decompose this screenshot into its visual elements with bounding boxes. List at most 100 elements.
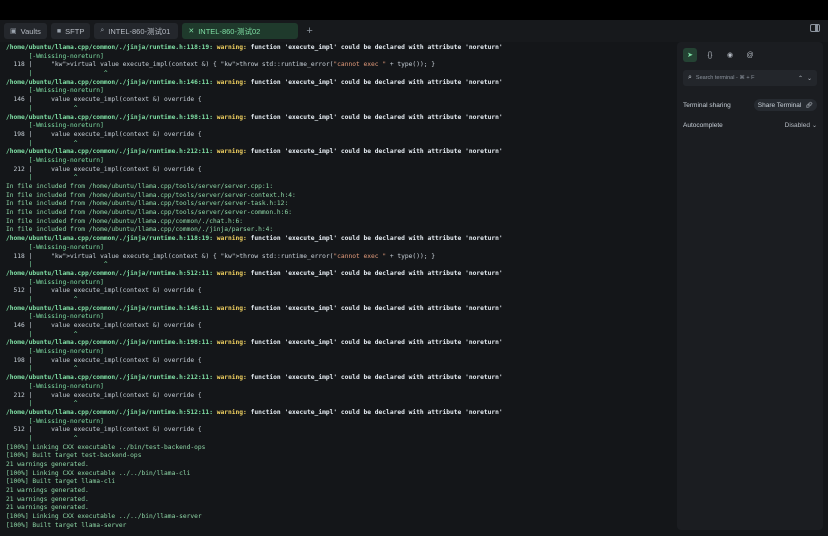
terminal-line: | ^ [6, 174, 78, 182]
terminal-line: /home/ubuntu/llama.cpp/common/./jinja/ru… [6, 374, 674, 383]
side-panel-toolbar: ➤ {} ◉ @ [683, 48, 757, 62]
terminal-line: In file included from /home/ubuntu/llama… [6, 191, 296, 199]
autocomplete-select[interactable]: Disabled ⌄ [785, 122, 817, 129]
terminal-line: 21 warnings generated. [6, 461, 89, 468]
tab-label: INTEL-860-测试02 [198, 26, 261, 36]
terminal-line: [-Wmissing-noreturn] [6, 278, 104, 286]
file-location: /home/ubuntu/llama.cpp/common/./jinja/ru… [6, 408, 217, 416]
terminal-line: | ^ [6, 295, 78, 303]
warning-label: warning: [216, 339, 247, 347]
terminal-line: In file included from /home/ubuntu/llama… [6, 209, 292, 217]
close-icon[interactable]: ✕ [188, 27, 194, 35]
warning-message: function 'execute_impl' could be declare… [246, 304, 503, 312]
terminal-line: In file included from /home/ubuntu/llama… [6, 217, 244, 225]
chevron-down-icon: ⌄ [811, 123, 817, 129]
warning-label: warning: [216, 235, 247, 243]
search-next-icon[interactable]: ⌄ [807, 75, 812, 82]
terminal-line: [100%] Linking CXX executable ../../bin/… [6, 469, 191, 477]
terminal-line: /home/ubuntu/llama.cpp/common/./jinja/ru… [6, 114, 674, 123]
terminal-line: In file included from /home/ubuntu/llama… [6, 226, 274, 234]
tab-label: Vaults [20, 26, 41, 36]
terminal-sharing-row: Terminal sharing Share Terminal 🔗︎ [683, 99, 817, 111]
terminal-side-panel: ➤ {} ◉ @ ⌕ Search terminal - ⌘ + F ⌃ ⌄ T… [677, 42, 823, 530]
terminal-line: /home/ubuntu/llama.cpp/common/./jinja/ru… [6, 270, 674, 279]
terminal-line: [-Wmissing-noreturn] [6, 313, 104, 321]
tab-label: INTEL-860-测试01 [108, 26, 171, 36]
tab-bar: ▣ Vaults ■ SFTP ⌕ INTEL-860-测试01 ✕ INTEL… [0, 20, 828, 42]
warning-label: warning: [216, 44, 247, 51]
warning-message: function 'execute_impl' could be declare… [246, 339, 503, 347]
terminal-line: 21 warnings generated. [6, 487, 89, 495]
terminal-line: /home/ubuntu/llama.cpp/common/./jinja/ru… [6, 148, 674, 157]
terminal-line: [-Wmissing-noreturn] [6, 382, 104, 390]
file-location: /home/ubuntu/llama.cpp/common/./jinja/ru… [6, 148, 217, 156]
file-location: /home/ubuntu/llama.cpp/common/./jinja/ru… [6, 339, 217, 347]
tab-vaults[interactable]: ▣ Vaults [4, 23, 47, 39]
warning-label: warning: [216, 269, 247, 277]
warning-message: function 'execute_impl' could be declare… [246, 148, 503, 156]
terminal-line: [-Wmissing-noreturn] [6, 87, 104, 95]
warning-label: warning: [216, 408, 247, 416]
tab-sftp[interactable]: ■ SFTP [50, 23, 91, 39]
window-top-bar [0, 0, 828, 20]
terminal-line: In file included from /home/ubuntu/llama… [6, 200, 289, 208]
autocomplete-row: Autocomplete Disabled ⌄ [683, 122, 817, 129]
terminal-line: /home/ubuntu/llama.cpp/common/./jinja/ru… [6, 305, 674, 314]
new-tab-button[interactable]: + [306, 25, 312, 37]
terminal-line: 212 | value execute_impl(context &) over… [6, 391, 202, 399]
terminal-line: [-Wmissing-noreturn] [6, 52, 104, 60]
terminal-line: [-Wmissing-noreturn] [6, 348, 104, 356]
terminal-line: [100%] Built target test-backend-ops [6, 452, 142, 460]
file-location: /home/ubuntu/llama.cpp/common/./jinja/ru… [6, 78, 217, 86]
warning-label: warning: [216, 113, 247, 121]
autocomplete-value: Disabled [784, 122, 810, 129]
tab-intel-860-02[interactable]: ✕ INTEL-860-测试02 [182, 23, 299, 39]
terminal-sharing-label: Terminal sharing [683, 101, 731, 109]
send-icon[interactable]: ➤ [683, 48, 697, 62]
terminal-search-input[interactable]: ⌕ Search terminal - ⌘ + F ⌃ ⌄ [683, 70, 817, 86]
terminal-line: 118 | "kw">virtual value execute_impl(co… [6, 61, 436, 69]
vault-icon: ▣ [10, 28, 17, 35]
search-prev-icon[interactable]: ⌃ [798, 75, 803, 82]
terminal-line: 146 | value execute_impl(context &) over… [6, 96, 202, 104]
warning-message: function 'execute_impl' could be declare… [246, 78, 503, 86]
terminal-line: /home/ubuntu/llama.cpp/common/./jinja/ru… [6, 44, 674, 53]
terminal-line: [100%] Linking CXX executable ../bin/tes… [6, 443, 206, 451]
file-location: /home/ubuntu/llama.cpp/common/./jinja/ru… [6, 269, 217, 277]
autocomplete-label: Autocomplete [683, 122, 723, 129]
search-icon: ⌕ [688, 74, 692, 81]
terminal-line: 21 warnings generated. [6, 504, 89, 512]
warning-message: function 'execute_impl' could be declare… [246, 113, 503, 121]
terminal-output[interactable]: /home/ubuntu/llama.cpp/common/./jinja/ru… [0, 42, 674, 536]
terminal-line: In file included from /home/ubuntu/llama… [6, 183, 274, 190]
terminal-line: [100%] Built target llama-server [6, 521, 127, 529]
terminal-line: 512 | value execute_impl(context &) over… [6, 426, 202, 434]
terminal-line: [100%] Built target llama-cli [6, 478, 116, 486]
share-terminal-button[interactable]: Share Terminal 🔗︎ [753, 99, 817, 111]
terminal-line: | ^ [6, 400, 78, 408]
terminal-line: [-Wmissing-noreturn] [6, 417, 104, 425]
terminal-line: 198 | value execute_impl(context &) over… [6, 130, 202, 138]
tab-intel-860-01[interactable]: ⌕ INTEL-860-测试01 [94, 23, 179, 39]
file-location: /home/ubuntu/llama.cpp/common/./jinja/ru… [6, 113, 217, 121]
braces-icon[interactable]: {} [703, 48, 717, 62]
warning-message: function 'execute_impl' could be declare… [246, 408, 503, 416]
toggle-sidepanel-icon[interactable] [810, 24, 820, 32]
terminal-line: 212 | value execute_impl(context &) over… [6, 165, 202, 173]
terminal-line: [-Wmissing-noreturn] [6, 243, 104, 251]
warning-label: warning: [216, 78, 247, 86]
warning-label: warning: [216, 304, 247, 312]
terminal-line: | ^ [6, 104, 78, 112]
terminal-line: 198 | value execute_impl(context &) over… [6, 356, 202, 364]
at-icon[interactable]: @ [743, 48, 757, 62]
terminal-line: [-Wmissing-noreturn] [6, 122, 104, 130]
folder-icon: ■ [56, 27, 62, 35]
terminal-line: /home/ubuntu/llama.cpp/common/./jinja/ru… [6, 339, 674, 348]
terminal-line: | ^ [6, 70, 108, 78]
terminal-icon: ⌕ [100, 27, 105, 34]
terminal-line: [100%] Linking CXX executable ../../bin/… [6, 513, 202, 521]
terminal-line: 512 | value execute_impl(context &) over… [6, 287, 202, 295]
warning-message: function 'execute_impl' could be declare… [246, 269, 503, 277]
palette-icon[interactable]: ◉ [723, 48, 737, 62]
tab-label: SFTP [65, 26, 85, 36]
